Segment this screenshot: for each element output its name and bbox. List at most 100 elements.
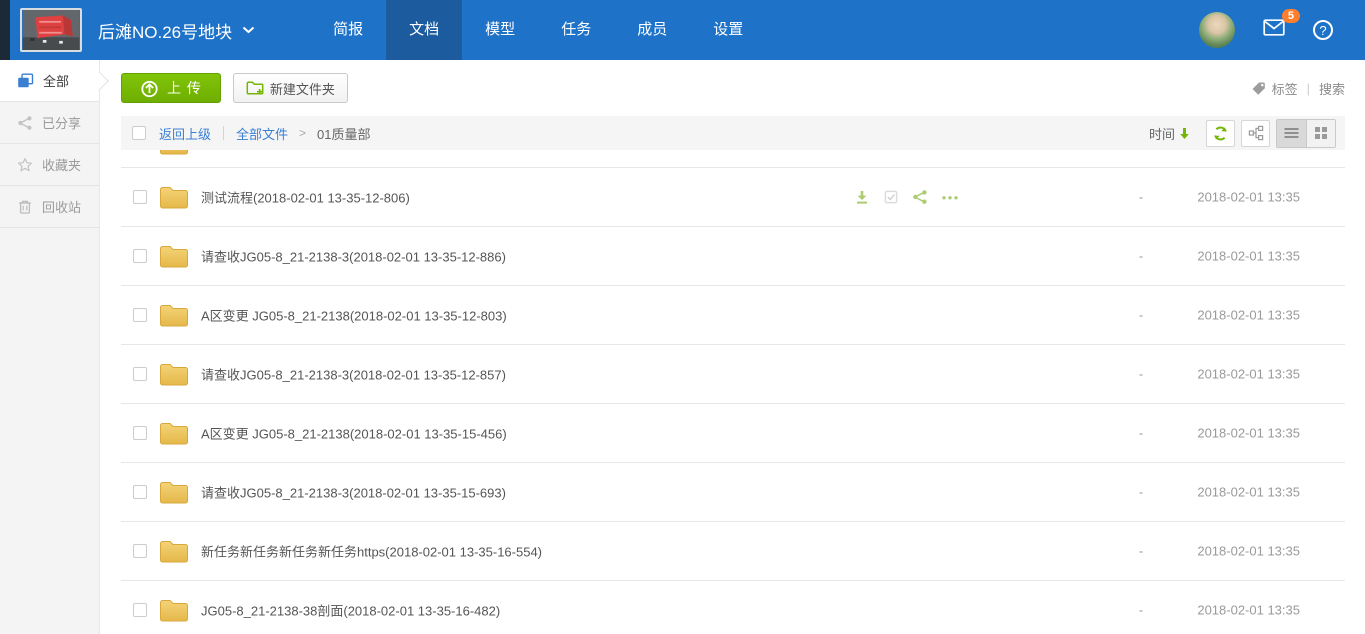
tree-view-icon xyxy=(1248,125,1264,141)
sidebar-item-label: 全部 xyxy=(43,71,69,90)
row-checkbox[interactable] xyxy=(133,426,147,440)
file-row[interactable]: 请查收JG05-8_21-2138-3(2018-02-01 13-35-12-… xyxy=(121,227,1345,286)
chevron-down-icon xyxy=(242,26,255,34)
new-folder-button[interactable]: 新建文件夹 xyxy=(233,73,348,103)
more-actions-icon[interactable] xyxy=(941,189,959,205)
help-button[interactable]: ? xyxy=(1313,20,1333,40)
sidebar-item-recycle-bin[interactable]: 回收站 xyxy=(0,186,99,228)
main-nav: 简报 文档 模型 任务 成员 设置 xyxy=(310,0,766,60)
file-date: 2018-02-01 13:35 xyxy=(1197,544,1300,559)
breadcrumb-divider xyxy=(223,126,224,140)
file-size: - xyxy=(1121,308,1161,323)
row-checkbox[interactable] xyxy=(133,249,147,263)
file-date: 2018-02-01 13:35 xyxy=(1197,308,1300,323)
file-date: 2018-02-01 13:35 xyxy=(1197,426,1300,441)
file-date: 2018-02-01 13:35 xyxy=(1197,190,1300,205)
row-checkbox[interactable] xyxy=(133,308,147,322)
grid-view-button[interactable] xyxy=(1306,120,1335,147)
file-list: 测试流程(2018-02-01 13-35-12-806) xyxy=(121,150,1345,634)
file-name[interactable]: 请查收JG05-8_21-2138-3(2018-02-01 13-35-12-… xyxy=(201,365,506,384)
file-row[interactable]: 请查收JG05-8_21-2138-3(2018-02-01 13-35-12-… xyxy=(121,345,1345,404)
breadcrumb-bar: 返回上级 全部文件 > 01质量部 时间 xyxy=(121,116,1345,150)
files-icon xyxy=(17,73,34,89)
project-title-dropdown[interactable]: 后滩NO.26号地块 xyxy=(98,18,255,43)
row-checkbox[interactable] xyxy=(133,367,147,381)
row-checkbox[interactable] xyxy=(133,190,147,204)
folder-icon xyxy=(159,539,189,563)
main-content: 上 传 新建文件夹 标签 | 搜索 返回上级 xyxy=(101,60,1365,634)
nav-tab-members[interactable]: 成员 xyxy=(614,0,690,60)
nav-tab-briefing[interactable]: 简报 xyxy=(310,0,386,60)
nav-tab-tasks[interactable]: 任务 xyxy=(538,0,614,60)
row-checkbox[interactable] xyxy=(133,485,147,499)
sort-by-time-button[interactable]: 时间 xyxy=(1149,124,1190,143)
top-bar: 后滩NO.26号地块 简报 文档 模型 任务 成员 设置 5 ? xyxy=(0,0,1365,60)
file-row[interactable]: 新任务新任务新任务新任务https(2018-02-01 13-35-16-55… xyxy=(121,522,1345,581)
user-avatar[interactable] xyxy=(1199,12,1235,48)
sidebar-item-label: 收藏夹 xyxy=(42,155,81,174)
row-hover-actions xyxy=(854,168,959,226)
file-size: - xyxy=(1121,544,1161,559)
file-row[interactable]: A区变更 JG05-8_21-2138(2018-02-01 13-35-12-… xyxy=(121,286,1345,345)
file-size: - xyxy=(1121,190,1161,205)
new-folder-icon xyxy=(246,80,264,96)
action-toolbar: 上 传 新建文件夹 标签 | 搜索 xyxy=(101,60,1365,116)
download-icon[interactable] xyxy=(854,189,870,205)
project-logo[interactable] xyxy=(20,8,82,52)
file-name[interactable]: A区变更 JG05-8_21-2138(2018-02-01 13-35-15-… xyxy=(201,424,507,443)
file-row[interactable]: 请查收JG05-8_21-2138-3(2018-02-01 13-35-15-… xyxy=(121,463,1345,522)
file-name[interactable]: 新任务新任务新任务新任务https(2018-02-01 13-35-16-55… xyxy=(201,542,542,561)
sidebar-item-shared[interactable]: 已分享 xyxy=(0,102,99,144)
refresh-button[interactable] xyxy=(1206,120,1235,147)
file-name[interactable]: 请查收JG05-8_21-2138-3(2018-02-01 13-35-12-… xyxy=(201,247,506,266)
back-to-parent-link[interactable]: 返回上级 xyxy=(159,124,211,143)
file-size: - xyxy=(1121,249,1161,264)
share-icon xyxy=(17,115,33,131)
file-date: 2018-02-01 13:35 xyxy=(1197,249,1300,264)
file-name[interactable]: 请查收JG05-8_21-2138-3(2018-02-01 13-35-15-… xyxy=(201,483,506,502)
nav-tab-documents[interactable]: 文档 xyxy=(386,0,462,60)
file-name[interactable]: 测试流程(2018-02-01 13-35-12-806) xyxy=(201,188,410,207)
breadcrumb-root-link[interactable]: 全部文件 xyxy=(236,124,288,143)
messages-button[interactable]: 5 xyxy=(1263,19,1285,41)
sidebar-item-label: 回收站 xyxy=(42,197,81,216)
approval-icon[interactable] xyxy=(883,189,899,205)
tree-view-button[interactable] xyxy=(1241,120,1270,147)
file-row[interactable]: A区变更 JG05-8_21-2138(2018-02-01 13-35-15-… xyxy=(121,404,1345,463)
file-row[interactable]: 测试流程(2018-02-01 13-35-12-806) xyxy=(121,168,1345,227)
upload-button[interactable]: 上 传 xyxy=(121,73,221,103)
file-date: 2018-02-01 13:35 xyxy=(1197,367,1300,382)
nav-tab-settings[interactable]: 设置 xyxy=(690,0,766,60)
file-size: - xyxy=(1121,485,1161,500)
file-name[interactable]: JG05-8_21-2138-38剖面(2018-02-01 13-35-16-… xyxy=(201,601,500,620)
header-right: 5 ? xyxy=(1199,12,1333,48)
header-dark-strip xyxy=(0,0,10,60)
list-view-icon xyxy=(1284,126,1299,140)
file-size: - xyxy=(1121,426,1161,441)
grid-view-icon xyxy=(1314,126,1328,140)
search-button[interactable]: 搜索 xyxy=(1319,79,1345,98)
folder-icon xyxy=(159,303,189,327)
sidebar-item-all-files[interactable]: 全部 xyxy=(0,60,99,102)
file-row[interactable]: JG05-8_21-2138-38剖面(2018-02-01 13-35-16-… xyxy=(121,581,1345,634)
file-row-partial[interactable] xyxy=(121,150,1345,168)
nav-tab-models[interactable]: 模型 xyxy=(462,0,538,60)
share-icon[interactable] xyxy=(912,189,928,205)
file-name[interactable]: A区变更 JG05-8_21-2138(2018-02-01 13-35-12-… xyxy=(201,306,507,325)
sort-desc-arrow-icon xyxy=(1179,127,1190,140)
folder-icon xyxy=(159,244,189,268)
folder-icon xyxy=(159,150,189,155)
row-checkbox[interactable] xyxy=(133,603,147,617)
select-all-checkbox[interactable] xyxy=(132,126,146,140)
sidebar-item-favorites[interactable]: 收藏夹 xyxy=(0,144,99,186)
upload-icon xyxy=(140,79,159,98)
toolbar-divider: | xyxy=(1307,81,1310,96)
new-folder-button-label: 新建文件夹 xyxy=(270,79,335,98)
star-icon xyxy=(17,157,33,173)
refresh-icon xyxy=(1212,125,1229,142)
list-view-button[interactable] xyxy=(1277,120,1306,147)
tag-icon xyxy=(1251,81,1267,96)
upload-button-label: 上 传 xyxy=(167,78,202,98)
row-checkbox[interactable] xyxy=(133,544,147,558)
tags-button[interactable]: 标签 xyxy=(1251,79,1298,98)
